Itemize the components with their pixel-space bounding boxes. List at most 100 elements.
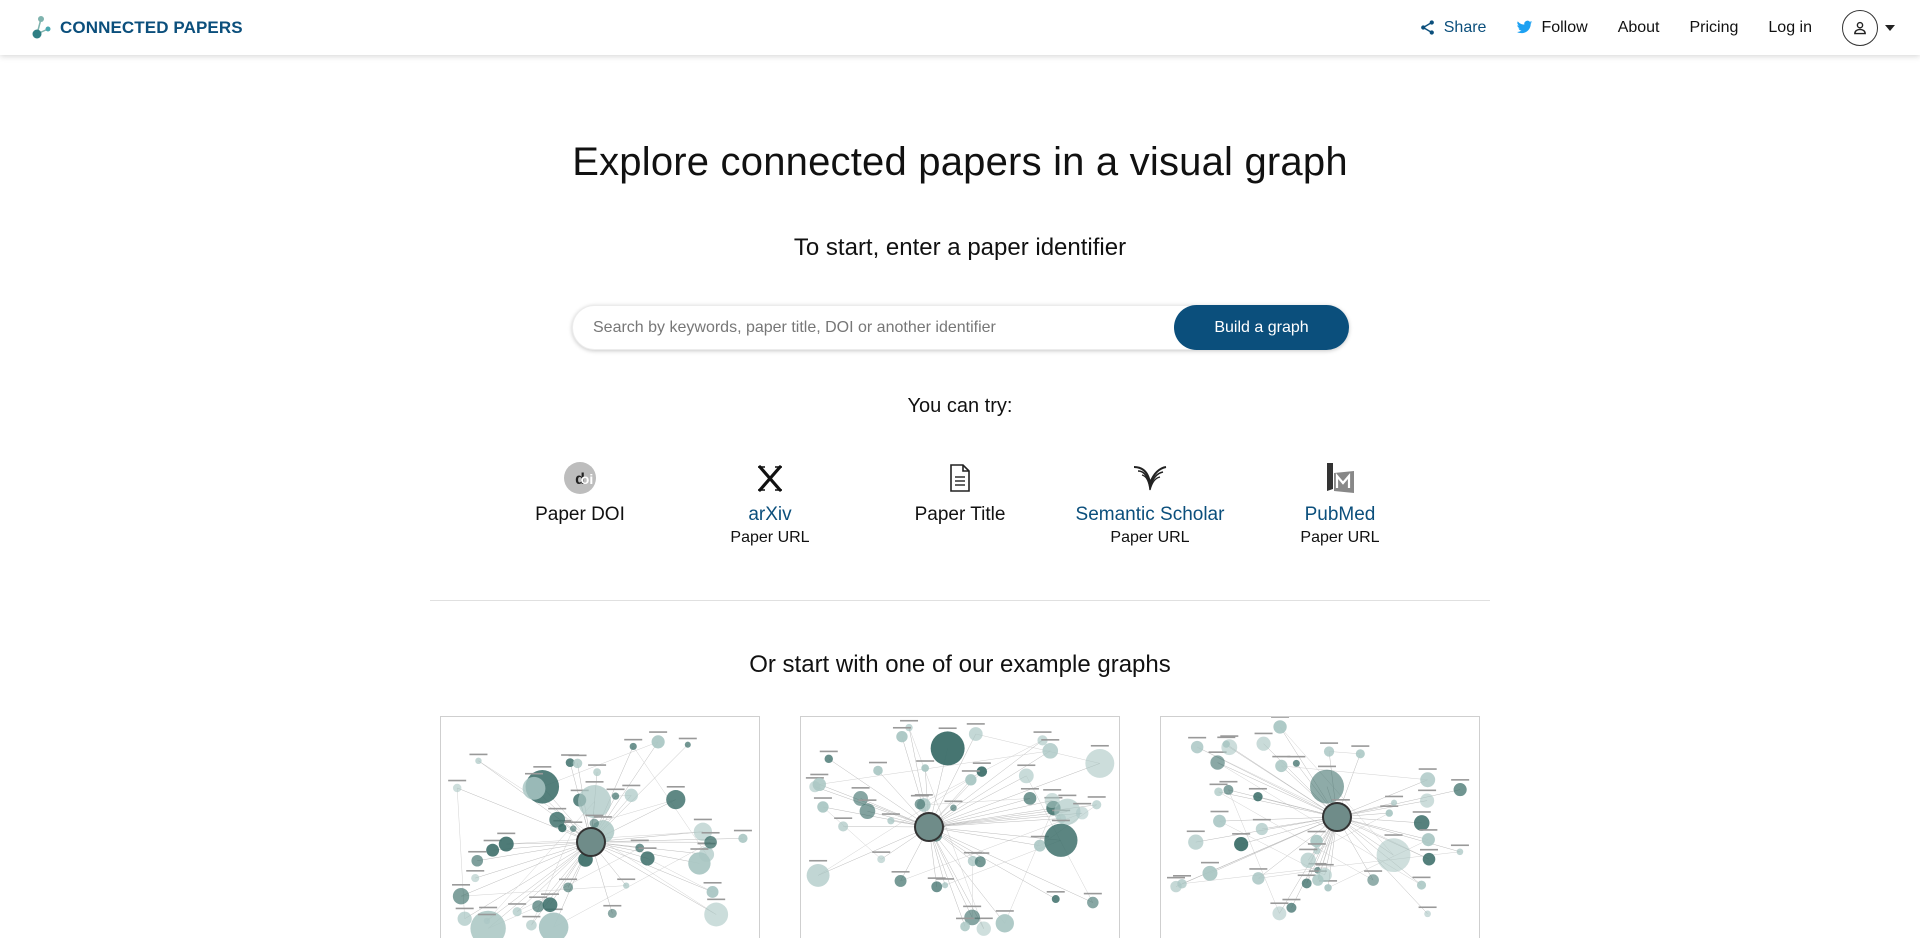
graph-node-label xyxy=(559,878,578,881)
logo-text: CONNECTED PAPERS xyxy=(60,17,243,37)
graph-node xyxy=(1323,746,1335,757)
graph-edge xyxy=(1336,789,1461,818)
try-item-name: Paper Title xyxy=(914,504,1006,525)
example-graphs xyxy=(440,716,1480,938)
search-bar: Build a graph xyxy=(572,305,1349,350)
about-link[interactable]: About xyxy=(1618,19,1660,37)
example-graph-2[interactable] xyxy=(800,716,1120,938)
graph-node xyxy=(1222,740,1230,748)
try-item-name: Paper DOI xyxy=(535,504,625,525)
try-item-sub: Paper URL xyxy=(1300,529,1380,546)
graph-node-label xyxy=(693,818,712,821)
graph-node-label xyxy=(593,816,612,818)
graph-node xyxy=(894,875,907,887)
try-item-arxiv[interactable]: arXiv Paper URL xyxy=(675,460,865,550)
graph-node-label xyxy=(1451,779,1470,781)
graph-node-label xyxy=(603,904,622,907)
graph-node xyxy=(1310,769,1344,804)
graph-node xyxy=(974,856,986,868)
graph-node xyxy=(812,777,826,792)
graph-node-label xyxy=(638,847,657,849)
example-graph-3[interactable] xyxy=(1160,716,1480,938)
graph-node-label xyxy=(810,773,829,776)
graph-node-label xyxy=(1210,810,1229,813)
graph-node-label xyxy=(1418,768,1437,770)
graph-node-label xyxy=(617,878,636,881)
graph-node xyxy=(1190,740,1204,754)
graph-node xyxy=(1042,743,1059,759)
graph-node xyxy=(995,914,1014,933)
logo-link[interactable]: CONNECTED PAPERS xyxy=(31,15,243,40)
graph-node-label xyxy=(678,737,697,740)
graph-node-label xyxy=(477,913,496,916)
graph-node xyxy=(651,735,665,749)
page-subtitle: To start, enter a paper identifier xyxy=(793,234,1127,261)
try-item-pubmed[interactable]: PubMed Paper URL xyxy=(1245,460,1435,550)
graph-node xyxy=(607,908,617,918)
graph-node xyxy=(563,882,574,893)
share-label: Share xyxy=(1443,18,1487,36)
graph-node-label xyxy=(1217,736,1236,739)
graph-node-label xyxy=(564,821,583,824)
graph-edge xyxy=(928,826,966,927)
graph-center-node xyxy=(576,827,606,857)
graph-node xyxy=(838,821,849,832)
graph-edge xyxy=(1228,789,1280,914)
graph-node-label xyxy=(1252,818,1271,821)
graph-node-label xyxy=(1307,843,1326,845)
graph-node xyxy=(1286,902,1297,913)
graph-node xyxy=(688,852,711,875)
graph-node xyxy=(1255,822,1268,836)
graph-node-label xyxy=(916,760,935,762)
graph-node-label xyxy=(585,781,604,783)
try-item-semantic-scholar[interactable]: Semantic Scholar Paper URL xyxy=(1055,460,1245,550)
graph-edge xyxy=(819,784,930,828)
graph-node-label xyxy=(455,907,474,910)
graph-edge xyxy=(1219,816,1338,822)
graph-node-label xyxy=(1385,795,1404,798)
graph-node-label xyxy=(541,893,560,895)
try-item-doi[interactable]: d oi Paper DOI xyxy=(485,460,675,550)
avatar xyxy=(1842,9,1878,46)
graph-center-node xyxy=(1322,802,1352,832)
graph-node-label xyxy=(1420,848,1439,851)
graph-node xyxy=(873,765,883,776)
graph-node xyxy=(542,897,558,913)
graph-node-label xyxy=(703,881,722,884)
try-item-title[interactable]: Paper Title xyxy=(865,460,1055,550)
example-graph-1[interactable] xyxy=(440,716,760,938)
login-link[interactable]: Log in xyxy=(1768,19,1812,37)
graph-node xyxy=(1421,833,1435,847)
graph-node xyxy=(1044,823,1078,857)
graph-node-label xyxy=(1058,794,1077,797)
graph-node xyxy=(1223,784,1234,795)
graph-node-label xyxy=(1248,787,1267,790)
graph-thumbnail xyxy=(805,719,1115,936)
graph-edge xyxy=(818,826,930,876)
graph-node-label xyxy=(971,852,990,854)
graph-node-label xyxy=(568,754,587,757)
graph-node xyxy=(611,792,620,800)
graph-node-label xyxy=(1046,891,1065,893)
pricing-link[interactable]: Pricing xyxy=(1690,19,1739,37)
graph-node-label xyxy=(622,784,641,787)
graph-node xyxy=(1213,814,1226,828)
graph-node-label xyxy=(1173,875,1192,877)
graph-node-label xyxy=(944,800,963,803)
graph-edge xyxy=(908,727,930,828)
graph-node-label xyxy=(1351,745,1370,747)
graph-node-label xyxy=(649,731,668,733)
build-graph-button[interactable]: Build a graph xyxy=(1174,305,1349,350)
graph-node-label xyxy=(468,850,487,853)
follow-button[interactable]: Follow xyxy=(1516,19,1588,37)
user-menu-button[interactable] xyxy=(1842,9,1896,46)
svg-text:oi: oi xyxy=(581,471,593,487)
graph-node-label xyxy=(1331,799,1350,801)
graph-node-label xyxy=(1254,732,1273,735)
graph-node xyxy=(1317,867,1332,883)
search-input[interactable] xyxy=(573,306,1174,349)
graph-node xyxy=(1177,879,1187,889)
share-button[interactable]: Share xyxy=(1419,18,1487,37)
graph-node-label xyxy=(1270,902,1289,905)
graph-node-label xyxy=(1364,870,1383,872)
